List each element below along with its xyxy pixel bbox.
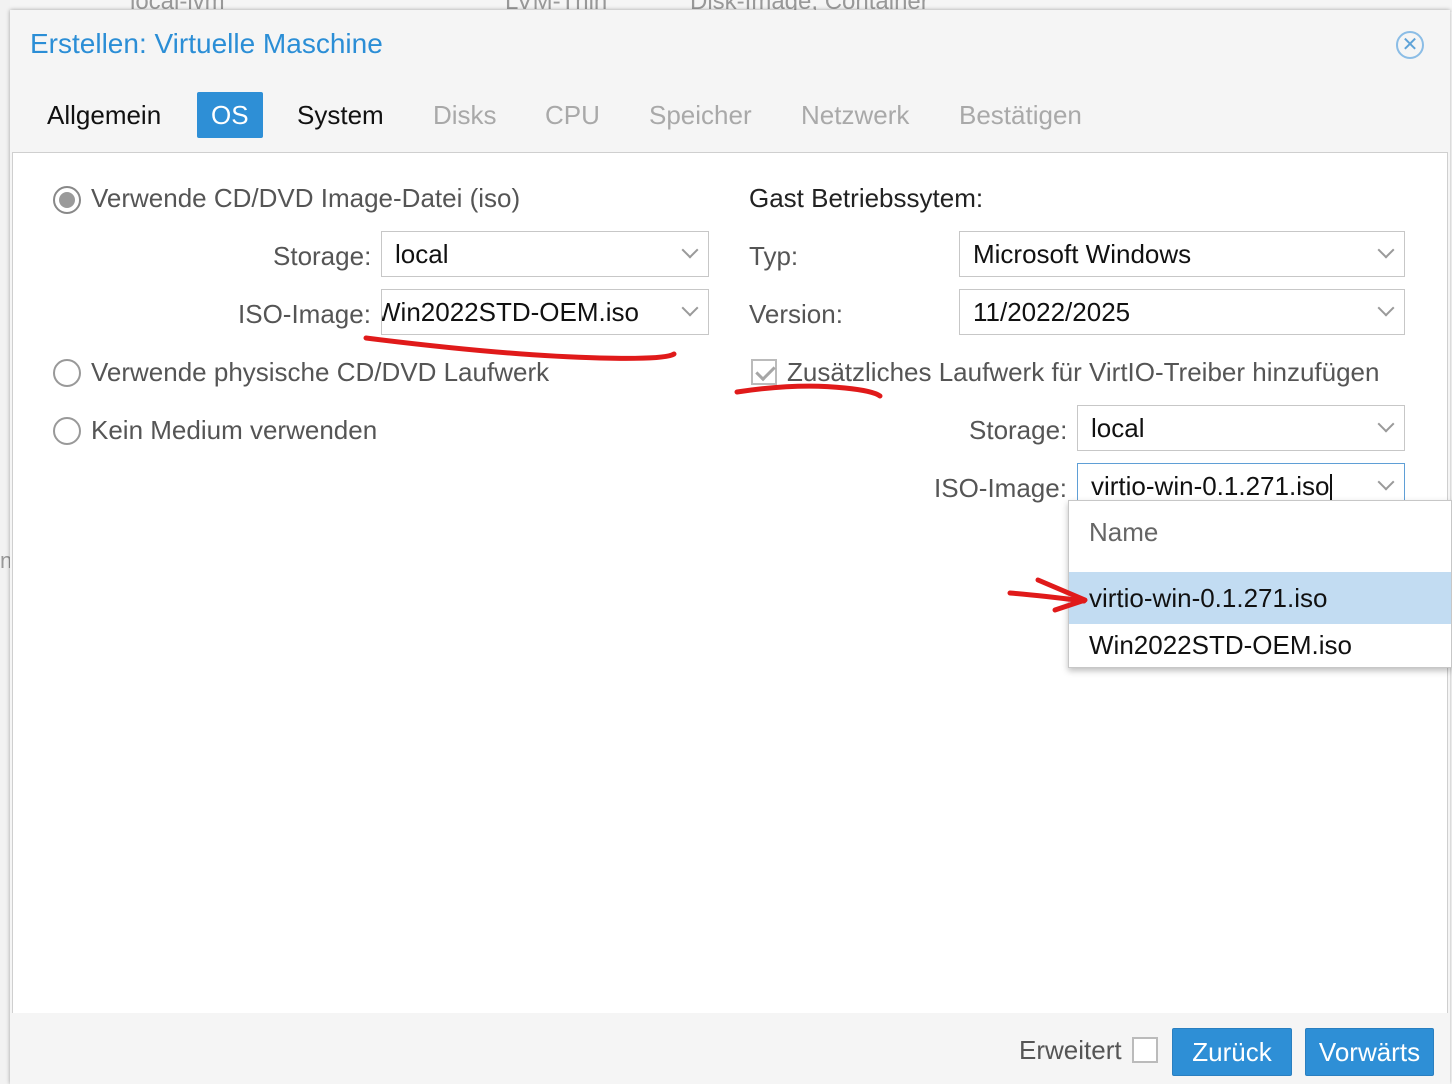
dialog-footer: Erweitert Zurück Vorwärts — [10, 1013, 1450, 1084]
dropdown-option-virtio[interactable]: virtio-win-0.1.271.iso — [1069, 572, 1451, 624]
tab-bestaetigen: Bestätigen — [959, 100, 1082, 130]
virtio-checkbox-label: Zusätzliches Laufwerk für VirtIO-Treiber… — [787, 357, 1380, 387]
chevron-down-icon[interactable] — [1377, 415, 1395, 433]
os-type-value: Microsoft Windows — [973, 239, 1192, 269]
tab-os[interactable]: OS — [197, 92, 263, 138]
radio-no-media-label: Kein Medium verwenden — [91, 415, 378, 445]
iso-dropdown-list: Name virtio-win-0.1.271.iso Win2022STD-O… — [1068, 500, 1452, 668]
close-icon[interactable]: ✕ — [1396, 31, 1424, 59]
radio-physical-drive[interactable] — [53, 359, 81, 387]
background-left-edge — [0, 0, 10, 1084]
virtio-storage-label: Storage: — [969, 415, 1068, 445]
tab-system[interactable]: System — [297, 92, 384, 138]
chevron-down-icon[interactable] — [681, 299, 699, 317]
chevron-down-icon[interactable] — [1377, 241, 1395, 259]
chevron-down-icon[interactable] — [681, 241, 699, 259]
guest-os-heading: Gast Betriebssytem: — [749, 183, 984, 213]
os-version-value: 11/2022/2025 — [973, 297, 1131, 327]
dropdown-column-header: Name — [1089, 517, 1159, 547]
next-button[interactable]: Vorwärts — [1305, 1028, 1434, 1076]
dialog-title: Erstellen: Virtuelle Maschine — [30, 28, 383, 59]
os-version-label: Version: — [749, 299, 843, 329]
chevron-down-icon[interactable] — [1377, 299, 1395, 317]
os-type-select[interactable]: Microsoft Windows — [959, 231, 1405, 277]
storage-select[interactable]: local — [381, 231, 709, 277]
virtio-checkbox[interactable] — [751, 359, 777, 385]
tab-disks: Disks — [433, 100, 497, 130]
storage-label: Storage: — [273, 241, 372, 271]
tab-netzwerk: Netzwerk — [801, 100, 910, 130]
virtio-iso-label: ISO-Image: — [934, 473, 1067, 503]
text-caret — [1330, 474, 1333, 503]
virtio-storage-value: local — [1091, 413, 1145, 443]
radio-iso-label: Verwende CD/DVD Image-Datei (iso) — [91, 183, 521, 213]
chevron-down-icon[interactable] — [1377, 473, 1395, 491]
virtio-storage-select[interactable]: local — [1077, 405, 1405, 451]
dropdown-option-win2022[interactable]: Win2022STD-OEM.iso — [1069, 624, 1451, 667]
iso-image-label: ISO-Image: — [238, 299, 371, 329]
back-button[interactable]: Zurück — [1172, 1028, 1292, 1076]
tab-allgemein[interactable]: Allgemein — [47, 92, 161, 138]
radio-no-media[interactable] — [53, 417, 81, 445]
iso-image-select[interactable]: Win2022STD-OEM.iso — [381, 289, 709, 335]
iso-image-value: Win2022STD-OEM.iso — [381, 297, 639, 327]
storage-value: local — [395, 239, 449, 269]
os-version-select[interactable]: 11/2022/2025 — [959, 289, 1405, 335]
advanced-checkbox[interactable] — [1132, 1037, 1158, 1063]
tab-speicher: Speicher — [649, 100, 752, 130]
radio-physical-label: Verwende physische CD/DVD Laufwerk — [91, 357, 550, 387]
advanced-label: Erweitert — [1019, 1035, 1122, 1065]
os-type-label: Typ: — [749, 241, 799, 271]
tab-cpu: CPU — [545, 100, 600, 130]
radio-iso-image[interactable] — [53, 186, 81, 214]
wizard-tabs: Allgemein OS System Disks CPU Speicher N… — [10, 92, 1450, 142]
